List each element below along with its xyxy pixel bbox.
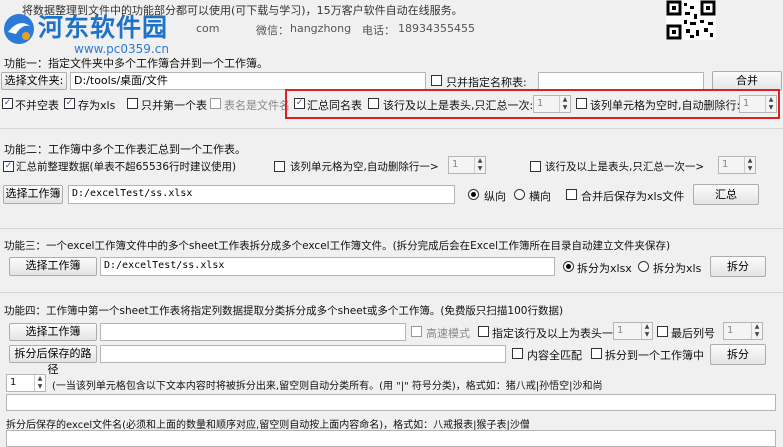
wechat-value: hangzhong	[290, 22, 352, 35]
email-suffix: com	[196, 22, 220, 35]
select-folder-button[interactable]: 选择文件夹:	[1, 72, 67, 90]
feature1-title: 功能一：指定文件夹中多个工作簿合并到一个工作簿。	[4, 57, 268, 70]
logo-icon	[4, 14, 34, 44]
filename-input[interactable]	[6, 430, 776, 447]
no-empty-label: 不并空表	[15, 99, 59, 112]
empty-col-spinner[interactable]: 1 ▲ ▼	[739, 95, 777, 113]
f3-select-workbook-button[interactable]: 选择工作簿	[9, 257, 97, 276]
feature2-title: 功能二：工作簿中多个工作表汇总到一个工作表。	[4, 143, 246, 156]
header-rows-spinner[interactable]: 1 ▲ ▼	[533, 95, 571, 113]
sheetname-is-filename-label: 表名是文件名	[224, 99, 290, 112]
spinner-arrows-icon[interactable]: ▲ ▼	[641, 323, 652, 339]
save-xls-checkbox[interactable]: ✓	[64, 98, 75, 109]
summary-button[interactable]: 汇总	[693, 184, 759, 205]
f4-workbook-path-input[interactable]	[100, 323, 406, 341]
split-xls-label: 拆分为xls	[653, 262, 702, 275]
feature3-title: 功能三：一个excel工作簿文件中的多个sheet工作表拆分成多个excel工作…	[4, 240, 671, 252]
f2-header-rows-label: 该行及以上是表头,只汇总一次一>	[545, 161, 705, 173]
feature4-title: 功能四：工作簿中第一个sheet工作表将指定列数据提取分类拆分成多个sheet或…	[4, 305, 564, 317]
vertical-radio[interactable]	[468, 189, 479, 200]
spinner-arrows-icon[interactable]: ▲ ▼	[559, 96, 570, 112]
only-merge-name-checkbox[interactable]	[431, 75, 442, 86]
spinner-arrows-icon[interactable]: ▲ ▼	[474, 157, 485, 173]
advanced-mode-checkbox[interactable]	[411, 326, 422, 337]
split-to-one-checkbox[interactable]	[591, 348, 602, 359]
organize-data-checkbox[interactable]: ✓	[3, 161, 14, 172]
wechat-label: 微信：	[256, 24, 289, 37]
merge-name-input[interactable]	[538, 72, 704, 90]
watermark-site-name: 河东软件园	[38, 13, 169, 42]
header-rows-checkbox[interactable]	[368, 98, 379, 109]
f4-header-rows-checkbox[interactable]	[478, 326, 489, 337]
only-first-checkbox[interactable]	[127, 98, 138, 109]
folder-path-input[interactable]: D:/tools/桌面/文件	[70, 72, 426, 90]
f3-split-button[interactable]: 拆分	[710, 256, 766, 277]
save-xls-after-merge-checkbox[interactable]	[566, 189, 577, 200]
only-merge-name-label: 只并指定名称表:	[446, 76, 527, 89]
horizontal-label: 横向	[529, 190, 551, 203]
split-xlsx-label: 拆分为xlsx	[577, 262, 632, 275]
save-path-button[interactable]: 拆分后保存的路径	[9, 345, 97, 376]
content-match-label: 内容全匹配	[527, 349, 582, 362]
column-spinner[interactable]: 1 ▲ ▼	[6, 374, 46, 392]
vertical-label: 纵向	[484, 190, 506, 203]
phone-value: 18934355455	[398, 22, 475, 35]
f3-workbook-path-input[interactable]: D:/excelTest/ss.xlsx	[100, 257, 555, 276]
advanced-mode-label: 高速模式	[426, 327, 470, 340]
split-xlsx-radio[interactable]	[563, 261, 574, 272]
save-xls-label: 存为xls	[78, 99, 116, 112]
no-empty-checkbox[interactable]: ✓	[2, 98, 13, 109]
f4-header-rows-spinner[interactable]: 1 ▲ ▼	[613, 322, 653, 340]
phone-label: 电话：	[362, 24, 395, 37]
f2-header-rows-spinner[interactable]: 1 ▲ ▼	[718, 156, 756, 174]
same-name-checkbox[interactable]: ✓	[294, 98, 305, 109]
only-first-label: 只并第一个表	[141, 99, 207, 112]
merge-button[interactable]: 合并	[712, 71, 782, 91]
split-to-one-label: 拆分到一个工作簿中	[605, 349, 704, 362]
empty-col-delete-checkbox[interactable]	[576, 98, 587, 109]
spinner-arrows-icon[interactable]: ▲ ▼	[751, 323, 762, 339]
f2-empty-col-checkbox[interactable]	[274, 161, 285, 172]
save-xls-after-merge-label: 合并后保存为xls文件	[581, 190, 685, 203]
spinner-arrows-icon[interactable]: ▲ ▼	[744, 157, 755, 173]
header-rows-label: 该行及以上是表头,只汇总一次:	[383, 99, 534, 112]
f4-header-rows-label: 指定该行及以上为表头一>	[492, 327, 623, 340]
last-col-spinner[interactable]: 1 ▲ ▼	[723, 322, 763, 340]
spinner-arrows-icon[interactable]: ▲ ▼	[765, 96, 776, 112]
f2-empty-col-label: 该列单元格为空,自动删除行一>	[290, 161, 439, 173]
column-values-input[interactable]	[6, 394, 776, 411]
watermark-logo	[2, 12, 36, 46]
filename-hint: 拆分后保存的excel文件名(必须和上面的数量和顺序对应,留空则自动按上面内容命…	[6, 420, 530, 431]
save-path-input[interactable]	[100, 345, 506, 363]
content-match-checkbox[interactable]	[512, 348, 523, 359]
same-name-label: 汇总同名表	[307, 99, 362, 112]
f2-select-workbook-button[interactable]: 选择工作簿	[3, 185, 63, 204]
sheetname-is-filename-checkbox[interactable]	[210, 98, 221, 109]
f4-split-button[interactable]: 拆分	[710, 344, 766, 365]
empty-col-delete-label: 该列单元格为空时,自动删除行:	[590, 99, 741, 112]
divider	[0, 292, 783, 293]
watermark-url: www.pc0359.cn	[74, 42, 169, 56]
f2-workbook-path-input[interactable]: D:/excelTest/ss.xlsx	[68, 185, 455, 204]
horizontal-radio[interactable]	[514, 189, 525, 200]
last-col-checkbox[interactable]	[657, 326, 668, 337]
f4-select-workbook-button[interactable]: 选择工作簿	[9, 323, 97, 341]
qr-code	[666, 0, 716, 40]
column-hint: (一当该列单元格包含以下文本内容时将被拆分出来,留空则自动分类所有。(用 "|"…	[52, 381, 603, 392]
divider	[0, 228, 783, 229]
f2-header-rows-checkbox[interactable]	[530, 161, 541, 172]
divider	[0, 128, 783, 129]
organize-data-label: 汇总前整理数据(单表不超65536行时建议使用)	[16, 161, 237, 173]
f2-empty-col-spinner[interactable]: 1 ▲ ▼	[448, 156, 486, 174]
spinner-arrows-icon[interactable]: ▲ ▼	[34, 375, 45, 391]
split-xls-radio[interactable]	[638, 261, 649, 272]
last-col-label: 最后列号	[671, 327, 715, 340]
